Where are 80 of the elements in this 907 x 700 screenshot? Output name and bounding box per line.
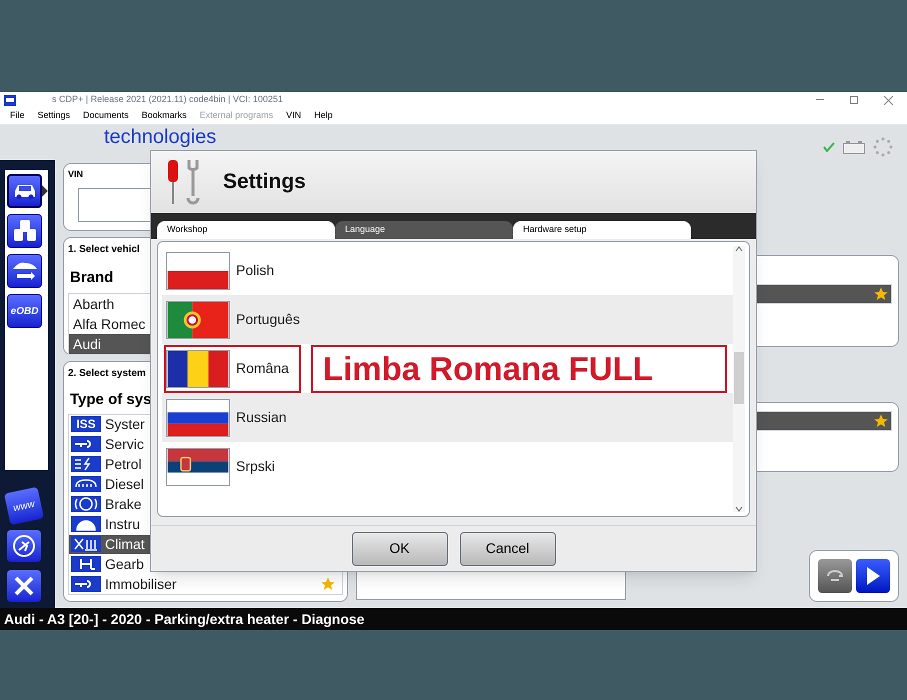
- language-name: Polish: [236, 261, 274, 280]
- annotation-label: Limba Romana FULL: [310, 344, 727, 392]
- system-name: Brake: [105, 494, 142, 514]
- plane-icon: [12, 534, 36, 558]
- language-item[interactable]: Russian: [164, 394, 299, 442]
- panel-title: 2. Select system: [68, 367, 146, 381]
- scrollbar-thumb[interactable]: [734, 352, 744, 404]
- vehicles-icon: [12, 219, 38, 243]
- system-badge: ISS: [71, 416, 101, 432]
- language-row[interactable]: Português: [162, 295, 733, 344]
- vehicles-button[interactable]: [7, 214, 42, 248]
- tab[interactable]: Language: [335, 221, 513, 239]
- language-item[interactable]: Srpski: [164, 442, 287, 490]
- logo: technologies: [104, 127, 216, 147]
- close-icon: [884, 96, 892, 104]
- system-name: Gearb: [105, 554, 144, 574]
- language-name: Româna: [236, 359, 289, 378]
- language-item[interactable]: Româna: [164, 344, 301, 392]
- flag-icon: [166, 398, 230, 436]
- list-label: Type of sys: [70, 390, 152, 410]
- battery-icon: [843, 140, 865, 154]
- system-name: Climat: [105, 534, 145, 554]
- car-arrow-icon: [10, 260, 39, 282]
- climate-icon: [71, 536, 101, 552]
- flag-icon: [166, 448, 230, 486]
- star-icon: [873, 413, 889, 429]
- tab[interactable]: Hardware setup: [513, 221, 691, 239]
- language-name: Russian: [236, 408, 287, 427]
- scroll-up-icon: [735, 246, 743, 252]
- scroll-down-icon: [735, 506, 743, 512]
- close-icon: [13, 575, 35, 597]
- language-name: Srpski: [236, 457, 275, 476]
- system-name: Instru: [105, 514, 140, 534]
- menu-item[interactable]: Bookmarks: [142, 109, 187, 123]
- panel-title: VIN: [68, 168, 84, 181]
- minimize-icon: [816, 99, 824, 101]
- language-row[interactable]: Russian: [162, 393, 733, 442]
- loading-icon: [873, 137, 893, 157]
- close-button[interactable]: [7, 570, 41, 602]
- menu-item[interactable]: Documents: [83, 109, 129, 123]
- web-button[interactable]: www: [4, 486, 44, 526]
- check-icon: [823, 142, 835, 152]
- language-item[interactable]: Português: [164, 296, 312, 344]
- system-item[interactable]: Immobiliser: [69, 574, 336, 594]
- flag-icon: [166, 300, 230, 338]
- panel-title: 1. Select vehicl: [68, 243, 141, 257]
- language-name: Português: [236, 310, 300, 329]
- language-item[interactable]: Polish: [164, 246, 286, 294]
- back-button[interactable]: [818, 559, 852, 593]
- restore-icon: [850, 96, 858, 104]
- tab[interactable]: Workshop: [157, 221, 335, 239]
- scrollbar[interactable]: [733, 246, 745, 512]
- app-icon: [4, 94, 16, 106]
- star-icon: [873, 286, 889, 302]
- plane-button[interactable]: [7, 530, 41, 562]
- system-name: Servic: [105, 434, 144, 454]
- system-name: Petrol: [105, 454, 142, 474]
- system-name: Diesel: [105, 474, 144, 494]
- key-icon: [71, 576, 101, 592]
- dialog-button[interactable]: OK: [352, 532, 448, 566]
- play-icon: [865, 566, 881, 586]
- selection-arrow-icon: [42, 185, 48, 197]
- menu-item[interactable]: Settings: [38, 109, 70, 123]
- menu-item[interactable]: Help: [314, 109, 333, 123]
- flag-icon: [166, 350, 230, 388]
- window-title: s CDP+ | Release 2021 (2021.11) code4bin | VCI: 100251: [52, 93, 283, 106]
- recycle-icon: [825, 568, 845, 584]
- system-name: Immobiliser: [105, 574, 177, 594]
- car-button[interactable]: [7, 174, 42, 208]
- system-name: Syster: [105, 414, 145, 434]
- flag-icon: [166, 252, 230, 290]
- status-text: Audi - A3 [20-] - 2020 - Parking/extra heater - Diagnose: [4, 610, 364, 629]
- next-button[interactable]: [856, 559, 890, 593]
- list-label: Brand: [70, 268, 114, 288]
- dialog-button[interactable]: Cancel: [460, 532, 556, 566]
- menu-item[interactable]: VIN: [286, 109, 302, 123]
- eobd-button[interactable]: eOBD: [7, 294, 42, 328]
- menu-item[interactable]: File: [10, 109, 25, 123]
- dialog-title: Settings: [223, 169, 306, 196]
- car-swap-button[interactable]: [7, 254, 42, 288]
